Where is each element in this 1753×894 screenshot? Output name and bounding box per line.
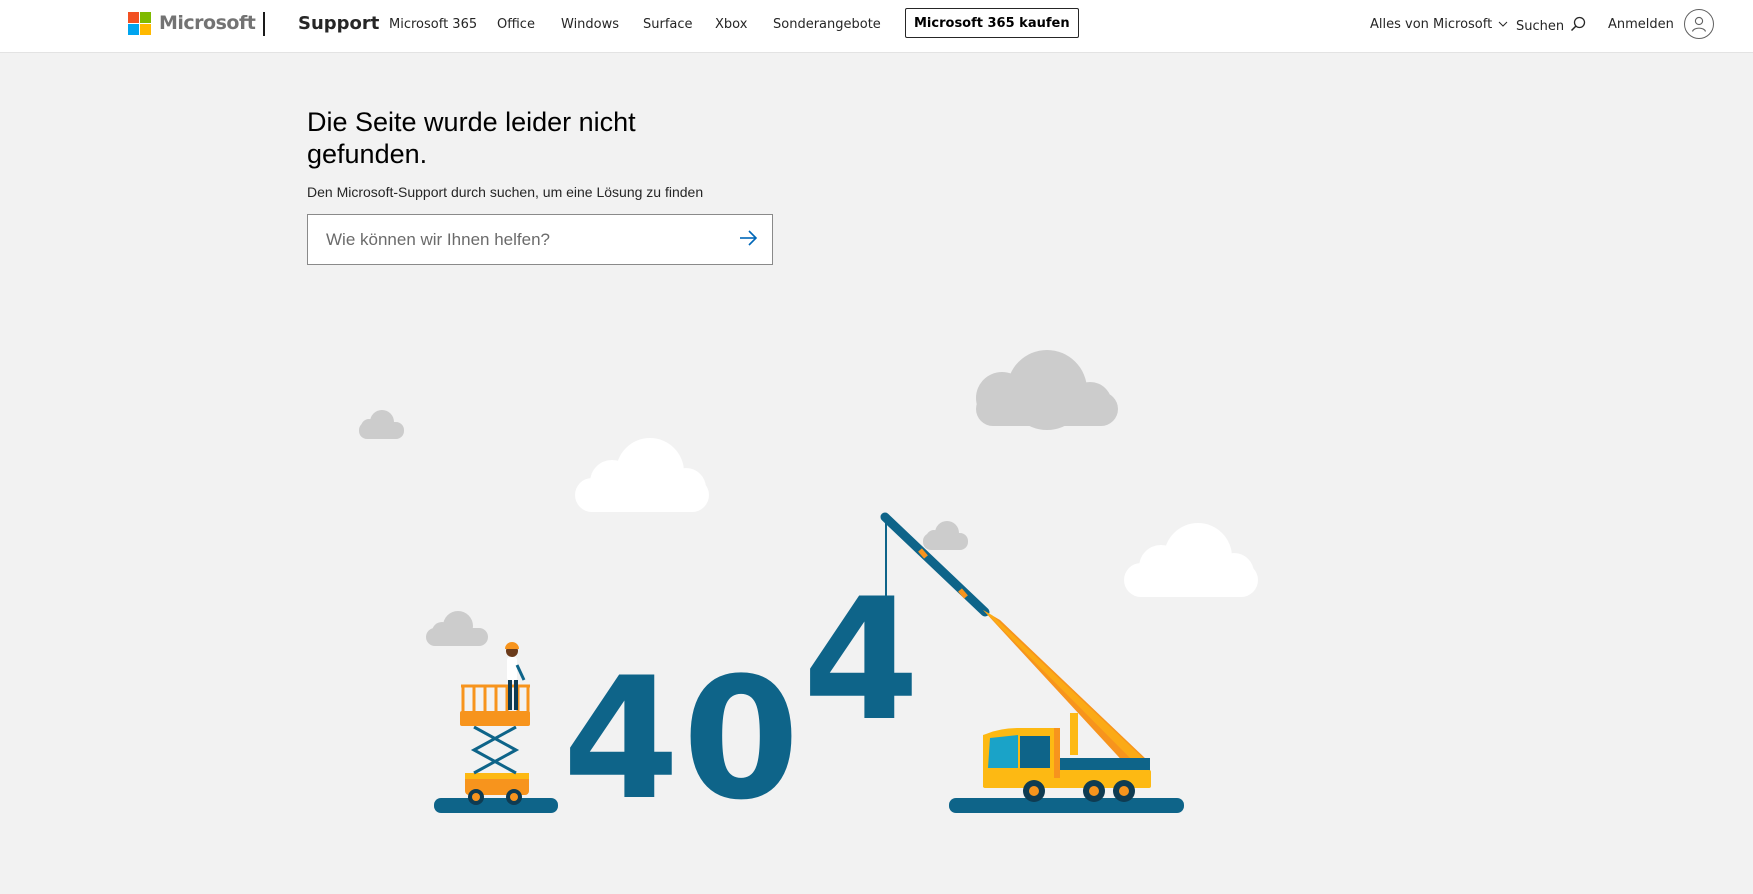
search-submit-button[interactable] xyxy=(724,215,772,264)
ground-right xyxy=(949,798,1184,813)
cloud-gray-small-lift xyxy=(426,611,488,646)
nav-item-office[interactable]: Office xyxy=(497,17,535,32)
404-illustration: 4 0 4 xyxy=(359,350,1258,837)
chevron-down-icon xyxy=(1498,17,1508,32)
signin-label: Anmelden xyxy=(1608,16,1674,32)
user-icon xyxy=(1683,9,1714,39)
cloud-white-right xyxy=(1124,523,1258,597)
all-microsoft-menu[interactable]: Alles von Microsoft xyxy=(1370,17,1508,32)
digit-four-left: 4 xyxy=(563,641,680,837)
worker-figure xyxy=(505,642,526,710)
scissor-lift xyxy=(460,684,530,805)
digit-four-right: 4 xyxy=(803,562,920,758)
header-search-button[interactable]: Suchen xyxy=(1516,16,1586,36)
nav-item-windows[interactable]: Windows xyxy=(561,17,619,32)
logo-text: Microsoft xyxy=(159,12,256,34)
all-microsoft-label: Alles von Microsoft xyxy=(1370,17,1493,32)
signin-button[interactable]: Anmelden xyxy=(1608,9,1714,39)
cloud-gray-small-crane xyxy=(923,521,968,550)
nav-item-surface[interactable]: Surface xyxy=(643,17,693,32)
support-search-box xyxy=(307,214,773,265)
microsoft-logo[interactable]: Microsoft xyxy=(128,11,256,35)
header-search-label: Suchen xyxy=(1516,18,1565,34)
crane-truck xyxy=(880,512,1151,802)
cloud-white-center xyxy=(575,438,709,512)
page-title: Die Seite wurde leider nicht gefunden. xyxy=(307,107,636,169)
header-divider xyxy=(263,12,265,36)
support-search-input[interactable] xyxy=(308,215,724,264)
microsoft-logo-icon xyxy=(128,11,151,35)
nav-item-microsoft-365[interactable]: Microsoft 365 xyxy=(389,17,477,32)
buy-microsoft-365-button[interactable]: Microsoft 365 kaufen xyxy=(905,8,1079,38)
support-home-link[interactable]: Support xyxy=(298,13,379,34)
search-icon xyxy=(1570,16,1586,36)
site-header: Microsoft Support Microsoft 365 Office W… xyxy=(0,0,1753,52)
cloud-gray-small-left xyxy=(359,410,404,439)
ground-left xyxy=(434,798,558,813)
nav-item-sonderangebote[interactable]: Sonderangebote xyxy=(773,17,881,32)
cloud-gray-large xyxy=(976,350,1118,430)
arrow-right-icon xyxy=(738,229,758,250)
digit-zero: 0 xyxy=(683,641,800,837)
page-subtitle: Den Microsoft-Support durch suchen, um e… xyxy=(307,184,704,200)
nav-item-xbox[interactable]: Xbox xyxy=(715,17,747,32)
